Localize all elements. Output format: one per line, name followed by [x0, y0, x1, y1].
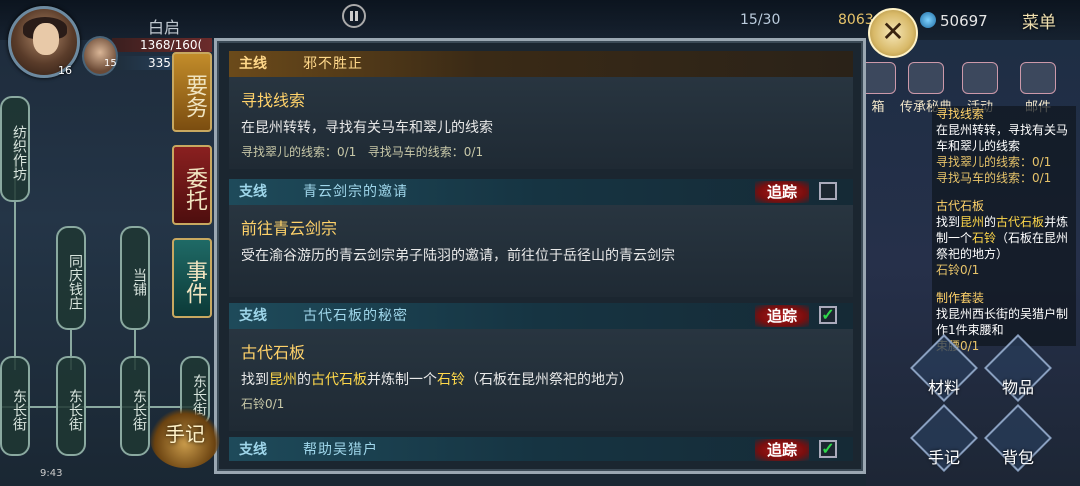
book-icon — [908, 62, 944, 94]
tracker-desc: 找昆州西长街的吴猎户制作1件束腰和 — [936, 307, 1069, 337]
materials-button[interactable]: 材料 — [910, 334, 978, 408]
quest-list[interactable]: 主线 邪不胜正 寻找线索 在昆州转转，寻找有关马车和翠儿的线索 寻找翠儿的线索：0… — [229, 51, 853, 461]
coin-icon — [920, 12, 936, 28]
quest-title: 帮助吴猎户 — [303, 442, 378, 458]
quest-title: 青云剑宗的邀请 — [303, 184, 408, 200]
quest-name: 前往青云剑宗 — [241, 219, 338, 238]
mp-text: 335 — [148, 56, 171, 70]
quest-body[interactable]: 古代石板 找到昆州的古代石板并炼制一个石铃（石板在昆州祭祀的地方） 石铃0/1 — [229, 329, 853, 431]
quest-header[interactable]: 支线 青云剑宗的邀请 追踪 — [229, 179, 853, 205]
tracker-desc: 找到昆州的古代石板并炼制一个石铃（石板在昆州祭祀的地方） — [936, 215, 1069, 261]
quest-type: 主线 — [239, 56, 267, 72]
map-node[interactable]: 东长街 — [0, 356, 30, 456]
map-node[interactable]: 同庆钱庄 — [56, 226, 86, 330]
avatar-face — [33, 23, 59, 55]
map-node[interactable]: 东长街 — [56, 356, 86, 456]
tab-shijian[interactable]: 事件 — [172, 238, 212, 318]
track-checkbox[interactable]: ✓ — [819, 440, 837, 458]
mail-icon — [1020, 62, 1056, 94]
tracker-desc: 在昆州转转，寻找有关马车和翠儿的线索 — [936, 123, 1069, 153]
companion-avatar[interactable] — [82, 36, 118, 76]
quest-header[interactable]: 主线 邪不胜正 — [229, 51, 853, 77]
track-button[interactable]: 追踪 — [754, 305, 809, 327]
track-button[interactable]: 追踪 — [754, 439, 809, 461]
tracker-progress: 寻找翠儿的线索：0/1 — [936, 155, 1052, 169]
items-button[interactable]: 物品 — [984, 334, 1052, 408]
quest-desc: 受在渝谷游历的青云剑宗弟子陆羽的邀请，前往位于岳径山的青云剑宗 — [241, 248, 675, 264]
tracker-title: 古代石板 — [936, 199, 985, 213]
track-checkbox[interactable] — [819, 182, 837, 200]
quest-name: 古代石板 — [241, 343, 306, 362]
tracker-progress: 石铃0/1 — [936, 263, 980, 277]
map-node[interactable]: 当铺 — [120, 226, 150, 330]
tree-line — [0, 406, 200, 408]
quest-tracker[interactable]: 寻找线索 在昆州转转，寻找有关马车和翠儿的线索 寻找翠儿的线索：0/1 寻找马车… — [932, 106, 1076, 353]
quest-body[interactable]: 寻找线索 在昆州转转，寻找有关马车和翠儿的线索 寻找翠儿的线索：0/1 寻找马车… — [229, 77, 853, 169]
journal-shortcut[interactable]: 手记 — [910, 404, 978, 478]
tracker-title: 制作套装 — [936, 291, 985, 305]
map-node[interactable]: 东长街 — [120, 356, 150, 456]
status-time: 9:43 — [40, 468, 63, 479]
quest-header[interactable]: 支线 帮助吴猎户 追踪 ✓ — [229, 437, 853, 461]
quest-name: 寻找线索 — [241, 91, 306, 110]
quest-header[interactable]: 支线 古代石板的秘密 追踪 ✓ — [229, 303, 853, 329]
menu-button[interactable]: 菜单 — [1022, 8, 1070, 38]
player-name: 白启 — [148, 18, 181, 37]
quest-title: 邪不胜正 — [303, 56, 363, 72]
tracker-item[interactable]: 寻找线索 在昆州转转，寻找有关马车和翠儿的线索 寻找翠儿的线索：0/1 寻找马车… — [932, 106, 1076, 186]
quest-body[interactable]: 前往青云剑宗 受在渝谷游历的青云剑宗弟子陆羽的邀请，前往位于岳径山的青云剑宗 — [229, 205, 853, 297]
quest-progress: 石铃0/1 — [241, 397, 285, 411]
coin-counter: 50697 — [940, 12, 988, 30]
tracker-progress: 寻找马车的线索：0/1 — [936, 171, 1052, 185]
quest-desc: 在昆州转转，寻找有关马车和翠儿的线索 — [241, 120, 493, 136]
tab-yaowu[interactable]: 要务 — [172, 52, 212, 132]
track-checkbox[interactable]: ✓ — [819, 306, 837, 324]
backpack-button[interactable]: 背包 — [984, 404, 1052, 478]
tracker-item[interactable]: 古代石板 找到昆州的古代石板并炼制一个石铃（石板在昆州祭祀的地方） 石铃0/1 — [932, 198, 1076, 278]
quest-desc: 找到昆州的古代石板并炼制一个石铃（石板在昆州祭祀的地方） — [241, 372, 633, 388]
quest-type: 支线 — [239, 184, 267, 200]
quest-title: 古代石板的秘密 — [303, 308, 408, 324]
box-label: 箱 — [871, 100, 885, 115]
companion-level: 15 — [104, 58, 117, 69]
tab-weituo[interactable]: 委托 — [172, 145, 212, 225]
map-node[interactable]: 纺织作坊 — [0, 96, 30, 202]
quest-progress: 寻找翠儿的线索：0/1 寻找马车的线索：0/1 — [241, 145, 484, 159]
player-level: 16 — [58, 64, 72, 77]
pause-icon[interactable] — [342, 4, 366, 28]
tracker-title: 寻找线索 — [936, 107, 985, 121]
stamina-counter: 15/30 — [740, 12, 781, 28]
quest-type: 支线 — [239, 442, 267, 458]
gift-icon — [962, 62, 998, 94]
close-icon[interactable]: ✕ — [868, 8, 918, 58]
quest-type: 支线 — [239, 308, 267, 324]
track-button[interactable]: 追踪 — [754, 181, 809, 203]
quest-panel: 主线 邪不胜正 寻找线索 在昆州转转，寻找有关马车和翠儿的线索 寻找翠儿的线索：0… — [214, 38, 866, 474]
hp-text: 1368/160( — [140, 38, 203, 52]
journal-button[interactable]: 手记 — [150, 408, 220, 468]
